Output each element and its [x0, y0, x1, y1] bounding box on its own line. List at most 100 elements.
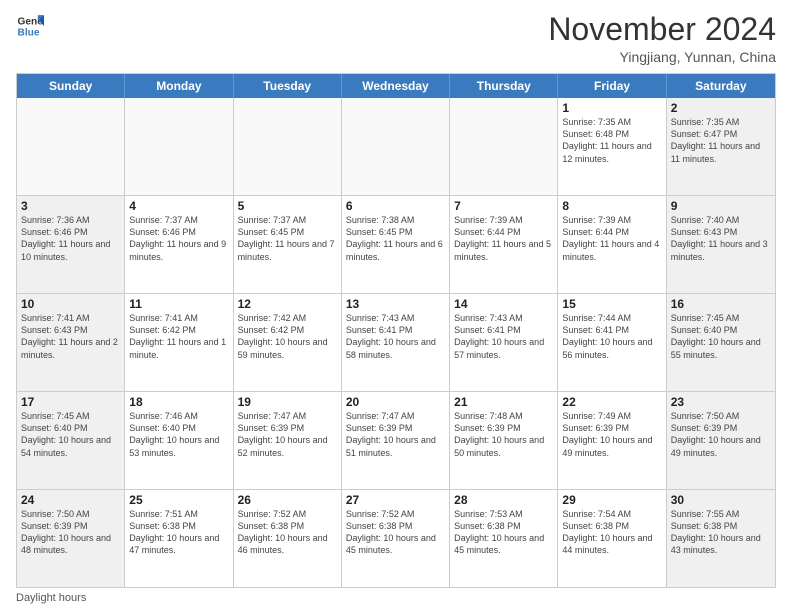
day-cell-8: 8Sunrise: 7:39 AM Sunset: 6:44 PM Daylig… — [558, 196, 666, 293]
day-number: 4 — [129, 199, 228, 213]
logo: General Blue General Blue — [16, 12, 44, 40]
header: General Blue General Blue November 2024 … — [16, 12, 776, 65]
day-cell-30: 30Sunrise: 7:55 AM Sunset: 6:38 PM Dayli… — [667, 490, 775, 587]
day-cell-25: 25Sunrise: 7:51 AM Sunset: 6:38 PM Dayli… — [125, 490, 233, 587]
day-cell-9: 9Sunrise: 7:40 AM Sunset: 6:43 PM Daylig… — [667, 196, 775, 293]
header-day-friday: Friday — [558, 74, 666, 98]
day-number: 6 — [346, 199, 445, 213]
day-detail: Sunrise: 7:45 AM Sunset: 6:40 PM Dayligh… — [21, 410, 120, 459]
day-cell-7: 7Sunrise: 7:39 AM Sunset: 6:44 PM Daylig… — [450, 196, 558, 293]
day-cell-17: 17Sunrise: 7:45 AM Sunset: 6:40 PM Dayli… — [17, 392, 125, 489]
day-number: 18 — [129, 395, 228, 409]
calendar-week-1: 1Sunrise: 7:35 AM Sunset: 6:48 PM Daylig… — [17, 98, 775, 195]
day-cell-13: 13Sunrise: 7:43 AM Sunset: 6:41 PM Dayli… — [342, 294, 450, 391]
day-cell-28: 28Sunrise: 7:53 AM Sunset: 6:38 PM Dayli… — [450, 490, 558, 587]
day-detail: Sunrise: 7:37 AM Sunset: 6:46 PM Dayligh… — [129, 214, 228, 263]
day-number: 19 — [238, 395, 337, 409]
calendar-week-4: 17Sunrise: 7:45 AM Sunset: 6:40 PM Dayli… — [17, 391, 775, 489]
day-detail: Sunrise: 7:39 AM Sunset: 6:44 PM Dayligh… — [562, 214, 661, 263]
empty-cell — [17, 98, 125, 195]
day-cell-16: 16Sunrise: 7:45 AM Sunset: 6:40 PM Dayli… — [667, 294, 775, 391]
day-detail: Sunrise: 7:49 AM Sunset: 6:39 PM Dayligh… — [562, 410, 661, 459]
header-day-wednesday: Wednesday — [342, 74, 450, 98]
day-number: 24 — [21, 493, 120, 507]
day-number: 20 — [346, 395, 445, 409]
day-detail: Sunrise: 7:47 AM Sunset: 6:39 PM Dayligh… — [346, 410, 445, 459]
day-number: 8 — [562, 199, 661, 213]
day-detail: Sunrise: 7:47 AM Sunset: 6:39 PM Dayligh… — [238, 410, 337, 459]
day-number: 12 — [238, 297, 337, 311]
day-cell-5: 5Sunrise: 7:37 AM Sunset: 6:45 PM Daylig… — [234, 196, 342, 293]
day-detail: Sunrise: 7:35 AM Sunset: 6:47 PM Dayligh… — [671, 116, 771, 165]
day-detail: Sunrise: 7:43 AM Sunset: 6:41 PM Dayligh… — [454, 312, 553, 361]
day-number: 28 — [454, 493, 553, 507]
day-detail: Sunrise: 7:40 AM Sunset: 6:43 PM Dayligh… — [671, 214, 771, 263]
day-cell-4: 4Sunrise: 7:37 AM Sunset: 6:46 PM Daylig… — [125, 196, 233, 293]
day-cell-19: 19Sunrise: 7:47 AM Sunset: 6:39 PM Dayli… — [234, 392, 342, 489]
day-number: 21 — [454, 395, 553, 409]
day-cell-15: 15Sunrise: 7:44 AM Sunset: 6:41 PM Dayli… — [558, 294, 666, 391]
calendar: SundayMondayTuesdayWednesdayThursdayFrid… — [16, 73, 776, 588]
day-detail: Sunrise: 7:52 AM Sunset: 6:38 PM Dayligh… — [346, 508, 445, 557]
day-number: 11 — [129, 297, 228, 311]
day-detail: Sunrise: 7:41 AM Sunset: 6:43 PM Dayligh… — [21, 312, 120, 361]
day-detail: Sunrise: 7:55 AM Sunset: 6:38 PM Dayligh… — [671, 508, 771, 557]
day-number: 1 — [562, 101, 661, 115]
day-detail: Sunrise: 7:51 AM Sunset: 6:38 PM Dayligh… — [129, 508, 228, 557]
day-cell-27: 27Sunrise: 7:52 AM Sunset: 6:38 PM Dayli… — [342, 490, 450, 587]
day-detail: Sunrise: 7:54 AM Sunset: 6:38 PM Dayligh… — [562, 508, 661, 557]
day-detail: Sunrise: 7:37 AM Sunset: 6:45 PM Dayligh… — [238, 214, 337, 263]
header-day-monday: Monday — [125, 74, 233, 98]
day-detail: Sunrise: 7:35 AM Sunset: 6:48 PM Dayligh… — [562, 116, 661, 165]
day-number: 7 — [454, 199, 553, 213]
day-number: 15 — [562, 297, 661, 311]
empty-cell — [125, 98, 233, 195]
day-cell-14: 14Sunrise: 7:43 AM Sunset: 6:41 PM Dayli… — [450, 294, 558, 391]
day-detail: Sunrise: 7:38 AM Sunset: 6:45 PM Dayligh… — [346, 214, 445, 263]
day-cell-6: 6Sunrise: 7:38 AM Sunset: 6:45 PM Daylig… — [342, 196, 450, 293]
day-number: 13 — [346, 297, 445, 311]
title-block: November 2024 Yingjiang, Yunnan, China — [548, 12, 776, 65]
day-cell-11: 11Sunrise: 7:41 AM Sunset: 6:42 PM Dayli… — [125, 294, 233, 391]
day-detail: Sunrise: 7:42 AM Sunset: 6:42 PM Dayligh… — [238, 312, 337, 361]
day-number: 17 — [21, 395, 120, 409]
day-number: 16 — [671, 297, 771, 311]
svg-text:Blue: Blue — [18, 27, 40, 38]
location-subtitle: Yingjiang, Yunnan, China — [548, 49, 776, 65]
day-number: 25 — [129, 493, 228, 507]
empty-cell — [342, 98, 450, 195]
day-detail: Sunrise: 7:52 AM Sunset: 6:38 PM Dayligh… — [238, 508, 337, 557]
day-number: 2 — [671, 101, 771, 115]
month-title: November 2024 — [548, 12, 776, 47]
header-day-saturday: Saturday — [667, 74, 775, 98]
day-number: 5 — [238, 199, 337, 213]
calendar-header: SundayMondayTuesdayWednesdayThursdayFrid… — [17, 74, 775, 98]
day-cell-2: 2Sunrise: 7:35 AM Sunset: 6:47 PM Daylig… — [667, 98, 775, 195]
day-detail: Sunrise: 7:48 AM Sunset: 6:39 PM Dayligh… — [454, 410, 553, 459]
day-number: 23 — [671, 395, 771, 409]
day-detail: Sunrise: 7:53 AM Sunset: 6:38 PM Dayligh… — [454, 508, 553, 557]
day-number: 22 — [562, 395, 661, 409]
calendar-week-2: 3Sunrise: 7:36 AM Sunset: 6:46 PM Daylig… — [17, 195, 775, 293]
day-number: 10 — [21, 297, 120, 311]
header-day-sunday: Sunday — [17, 74, 125, 98]
empty-cell — [450, 98, 558, 195]
empty-cell — [234, 98, 342, 195]
day-detail: Sunrise: 7:44 AM Sunset: 6:41 PM Dayligh… — [562, 312, 661, 361]
day-detail: Sunrise: 7:50 AM Sunset: 6:39 PM Dayligh… — [21, 508, 120, 557]
day-cell-20: 20Sunrise: 7:47 AM Sunset: 6:39 PM Dayli… — [342, 392, 450, 489]
day-cell-21: 21Sunrise: 7:48 AM Sunset: 6:39 PM Dayli… — [450, 392, 558, 489]
day-cell-12: 12Sunrise: 7:42 AM Sunset: 6:42 PM Dayli… — [234, 294, 342, 391]
day-detail: Sunrise: 7:39 AM Sunset: 6:44 PM Dayligh… — [454, 214, 553, 263]
day-number: 9 — [671, 199, 771, 213]
day-cell-10: 10Sunrise: 7:41 AM Sunset: 6:43 PM Dayli… — [17, 294, 125, 391]
day-cell-23: 23Sunrise: 7:50 AM Sunset: 6:39 PM Dayli… — [667, 392, 775, 489]
day-number: 3 — [21, 199, 120, 213]
header-day-thursday: Thursday — [450, 74, 558, 98]
day-detail: Sunrise: 7:36 AM Sunset: 6:46 PM Dayligh… — [21, 214, 120, 263]
day-number: 30 — [671, 493, 771, 507]
day-detail: Sunrise: 7:50 AM Sunset: 6:39 PM Dayligh… — [671, 410, 771, 459]
header-day-tuesday: Tuesday — [234, 74, 342, 98]
day-cell-22: 22Sunrise: 7:49 AM Sunset: 6:39 PM Dayli… — [558, 392, 666, 489]
day-number: 14 — [454, 297, 553, 311]
